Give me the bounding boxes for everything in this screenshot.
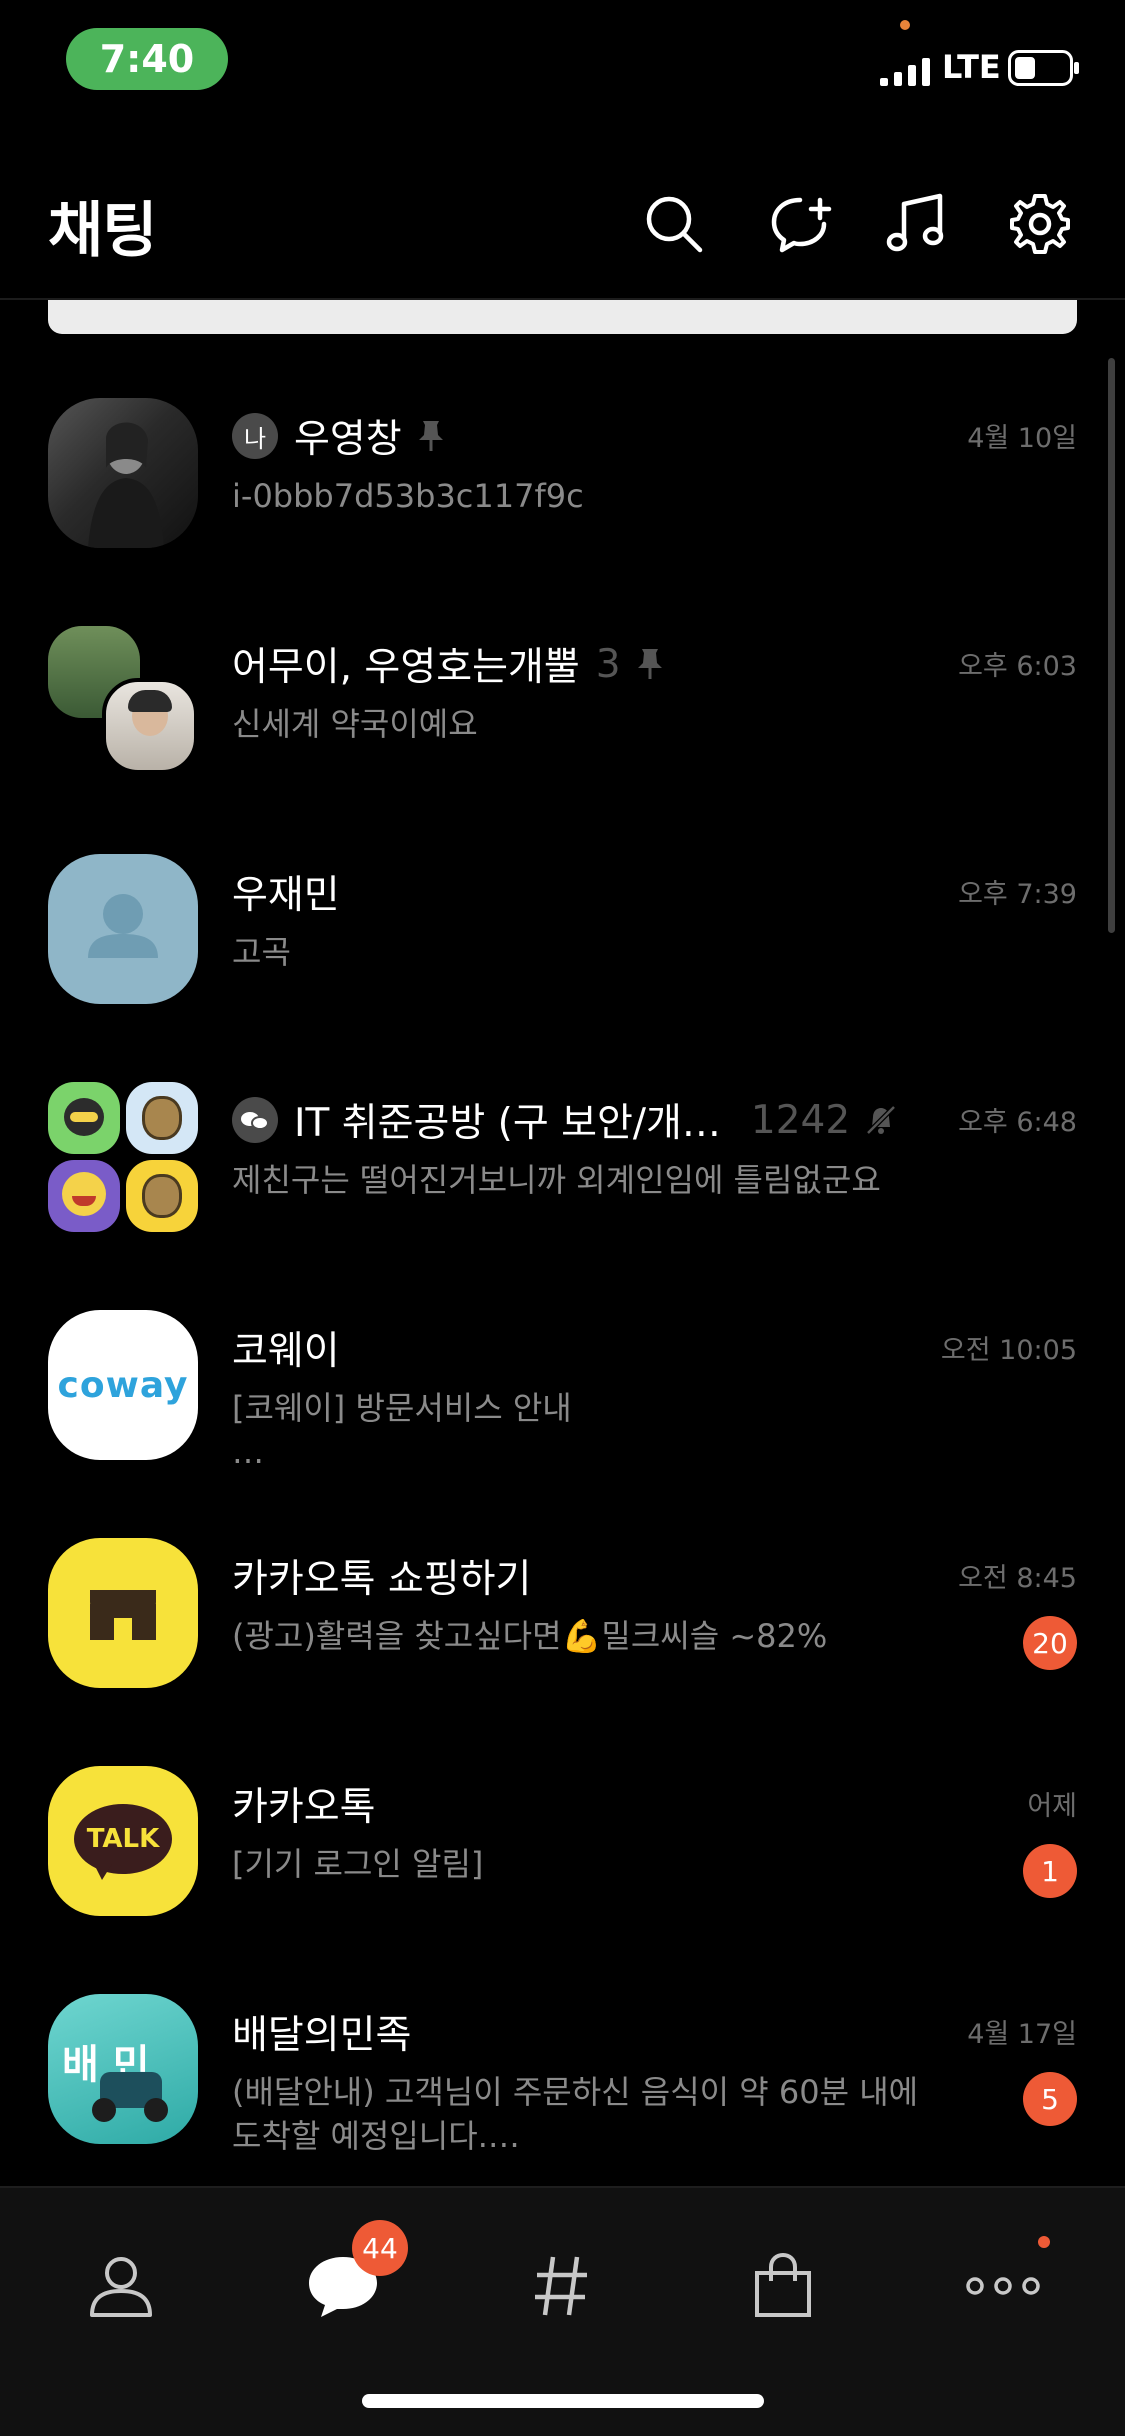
chat-name: 카카오톡 쇼핑하기 bbox=[232, 1548, 531, 1604]
chat-time: 오전 8:45 bbox=[958, 1563, 1077, 1594]
settings-gear-icon[interactable] bbox=[1008, 192, 1072, 256]
chat-unread-badge: 44 bbox=[352, 2220, 408, 2276]
chat-time: 4월 10일 bbox=[967, 423, 1077, 454]
chat-preview: i-0bbb7d53b3c117f9c bbox=[232, 477, 584, 515]
talk-bubble-icon: TALK bbox=[74, 1804, 172, 1874]
chat-name: 어무이, 우영호는개뿔 3 bbox=[232, 636, 665, 692]
chat-time: 오후 6:48 bbox=[958, 1107, 1077, 1138]
avatar bbox=[48, 1082, 120, 1154]
battery-icon bbox=[1008, 50, 1079, 86]
profile-photo-icon bbox=[88, 422, 164, 548]
avatar bbox=[102, 678, 198, 774]
chat-time: 4월 17일 bbox=[967, 2019, 1077, 2050]
chat-name-text: 우영창 bbox=[294, 417, 402, 462]
chat-row[interactable]: IT 취준공방 (구 보안/개… 1242 제친구는 떨어진거보니까 외계인임에… bbox=[0, 1082, 1125, 1310]
status-time: 7:40 bbox=[66, 28, 228, 90]
group-avatar bbox=[48, 626, 198, 776]
mute-bell-icon bbox=[866, 1105, 896, 1135]
chat-name-text: 배달의민족 bbox=[232, 2013, 412, 2058]
chat-row[interactable]: TALK 카카오톡 [기기 로그인 알림] 어제 1 bbox=[0, 1766, 1125, 1994]
chat-row[interactable]: 우재민 고곡 오후 7:39 bbox=[0, 854, 1125, 1082]
group-avatar bbox=[48, 1082, 198, 1232]
search-icon[interactable] bbox=[642, 192, 706, 256]
talk-logo-text: TALK bbox=[86, 1824, 160, 1854]
tab-more[interactable] bbox=[948, 2236, 1058, 2336]
unread-count-badge: 5 bbox=[1023, 2072, 1077, 2126]
new-chat-icon[interactable] bbox=[770, 192, 834, 256]
pin-icon bbox=[637, 649, 662, 679]
avatar: 배 민 bbox=[48, 1994, 198, 2144]
banner-ad[interactable] bbox=[48, 300, 1077, 334]
new-indicator-dot bbox=[1038, 2236, 1050, 2248]
chat-name-text: 우재민 bbox=[232, 873, 340, 918]
chat-preview: (광고)활력을 찾고싶다면💪밀크씨슬 ~82% bbox=[232, 1617, 828, 1655]
avatar bbox=[48, 854, 198, 1004]
shopping-bag-icon bbox=[755, 2252, 811, 2317]
person-icon bbox=[90, 2257, 152, 2317]
chat-row[interactable]: 카카오톡 쇼핑하기 (광고)활력을 찾고싶다면💪밀크씨슬 ~82% 오전 8:4… bbox=[0, 1538, 1125, 1766]
chat-preview: 고곡 bbox=[232, 933, 291, 971]
signal-icon bbox=[880, 58, 930, 86]
chat-row[interactable]: 나 우영창 i-0bbb7d53b3c117f9c 4월 10일 bbox=[0, 398, 1125, 626]
avatar bbox=[48, 1538, 198, 1688]
music-icon[interactable] bbox=[884, 192, 948, 256]
chat-name-text: 코웨이 bbox=[232, 1329, 340, 1374]
chat-name-text: 카카오톡 쇼핑하기 bbox=[232, 1557, 532, 1602]
privacy-indicator-dot bbox=[900, 20, 910, 30]
default-profile-icon bbox=[88, 894, 158, 958]
chat-time: 어제 bbox=[1027, 1791, 1077, 1822]
avatar bbox=[126, 1082, 198, 1154]
page-title: 채팅 bbox=[48, 196, 157, 266]
coway-logo: coway bbox=[57, 1364, 189, 1406]
chat-time: 오전 10:05 bbox=[940, 1335, 1077, 1366]
avatar bbox=[48, 398, 198, 548]
pin-icon bbox=[418, 421, 443, 451]
avatar: coway bbox=[48, 1310, 198, 1460]
status-time-text: 7:40 bbox=[99, 37, 195, 81]
chat-preview: [코웨이] 방문서비스 안내 … bbox=[232, 1389, 572, 1471]
avatar bbox=[126, 1160, 198, 1232]
member-count: 1242 bbox=[750, 1097, 851, 1143]
chat-name-text: 카카오톡 bbox=[232, 1785, 376, 1830]
chat-name: 우재민 bbox=[232, 864, 340, 920]
chat-name: IT 취준공방 (구 보안/개… 1242 bbox=[232, 1092, 898, 1148]
tab-view[interactable] bbox=[506, 2236, 616, 2336]
chat-preview: (배달안내) 고객님이 주문하신 음식이 약 60분 내에 도착할 예정입니다.… bbox=[232, 2073, 919, 2155]
more-dots-icon bbox=[966, 2277, 1040, 2295]
me-badge: 나 bbox=[232, 413, 278, 459]
chat-name-text: IT 취준공방 (구 보안/개… bbox=[294, 1101, 721, 1146]
chat-row[interactable]: 어무이, 우영호는개뿔 3 신세계 약국이예요 오후 6:03 bbox=[0, 626, 1125, 854]
chat-list-screen: 7:40 LTE 채팅 나 우영창 i-0bbb7d53b3c117f9c 4월… bbox=[0, 0, 1125, 2436]
chat-name: 배달의민족 bbox=[232, 2004, 411, 2060]
tab-shopping[interactable] bbox=[728, 2236, 838, 2336]
chat-preview: [기기 로그인 알림] bbox=[232, 1845, 484, 1883]
avatar bbox=[48, 1160, 120, 1232]
unread-count-badge: 1 bbox=[1023, 1844, 1077, 1898]
shopping-store-icon bbox=[90, 1590, 156, 1640]
open-chat-icon bbox=[232, 1097, 278, 1143]
tab-friends[interactable] bbox=[66, 2236, 176, 2336]
chat-time: 오후 6:03 bbox=[958, 651, 1077, 682]
chat-name: 카카오톡 bbox=[232, 1776, 376, 1832]
network-type: LTE bbox=[942, 48, 1001, 86]
chat-row[interactable]: coway 코웨이 [코웨이] 방문서비스 안내 … 오전 10:05 bbox=[0, 1310, 1125, 1538]
chat-name-text: 어무이, 우영호는개뿔 bbox=[232, 645, 580, 690]
avatar: TALK bbox=[48, 1766, 198, 1916]
member-count: 3 bbox=[595, 641, 621, 687]
home-indicator[interactable] bbox=[362, 2394, 764, 2408]
hashtag-icon bbox=[535, 2256, 587, 2316]
chat-time: 오후 7:39 bbox=[958, 879, 1077, 910]
chat-preview: 제친구는 떨어진거보니까 외계인임에 틀림없군요 bbox=[232, 1161, 881, 1199]
chat-name: 코웨이 bbox=[232, 1320, 340, 1376]
chat-name: 나 우영창 bbox=[232, 408, 446, 464]
unread-count-badge: 20 bbox=[1023, 1616, 1077, 1670]
chat-preview: 신세계 약국이예요 bbox=[232, 705, 478, 743]
